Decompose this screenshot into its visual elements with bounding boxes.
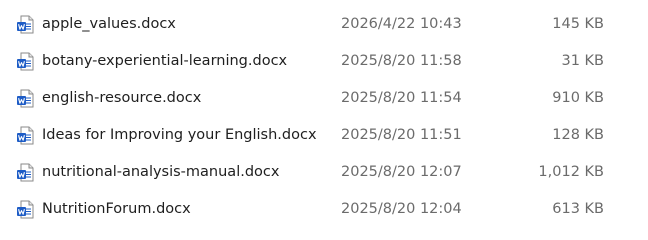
file-size: 31 KB (561, 53, 604, 69)
file-date-modified: 2025/8/20 12:07 (341, 164, 462, 180)
file-row[interactable]: nutritional-analysis-manual.docx 2025/8/… (0, 154, 648, 191)
file-name: Ideas for Improving your English.docx (42, 127, 317, 143)
file-size: 613 KB (552, 201, 604, 217)
word-document-icon (16, 52, 35, 71)
file-name: apple_values.docx (42, 16, 176, 32)
file-row[interactable]: botany-experiential-learning.docx 2025/8… (0, 43, 648, 80)
file-date-modified: 2025/8/20 11:58 (341, 53, 462, 69)
file-date-modified: 2025/8/20 12:04 (341, 201, 462, 217)
file-name: english-resource.docx (42, 90, 202, 106)
file-size: 1,012 KB (538, 164, 604, 180)
file-list: apple_values.docx 2026/4/22 10:43 145 KB… (0, 6, 648, 228)
file-name: botany-experiential-learning.docx (42, 53, 288, 69)
file-size: 145 KB (552, 16, 604, 32)
word-document-icon (16, 200, 35, 219)
file-date-modified: 2025/8/20 11:54 (341, 90, 462, 106)
file-name: nutritional-analysis-manual.docx (42, 164, 280, 180)
file-date-modified: 2025/8/20 11:51 (341, 127, 462, 143)
file-name: NutritionForum.docx (42, 201, 191, 217)
file-size: 910 KB (552, 90, 604, 106)
file-date-modified: 2026/4/22 10:43 (341, 16, 462, 32)
word-document-icon (16, 163, 35, 182)
file-row[interactable]: english-resource.docx 2025/8/20 11:54 91… (0, 80, 648, 117)
file-row[interactable]: Ideas for Improving your English.docx 20… (0, 117, 648, 154)
word-document-icon (16, 89, 35, 108)
file-row[interactable]: NutritionForum.docx 2025/8/20 12:04 613 … (0, 191, 648, 228)
file-row[interactable]: apple_values.docx 2026/4/22 10:43 145 KB (0, 6, 648, 43)
file-size: 128 KB (552, 127, 604, 143)
word-document-icon (16, 15, 35, 34)
word-document-icon (16, 126, 35, 145)
